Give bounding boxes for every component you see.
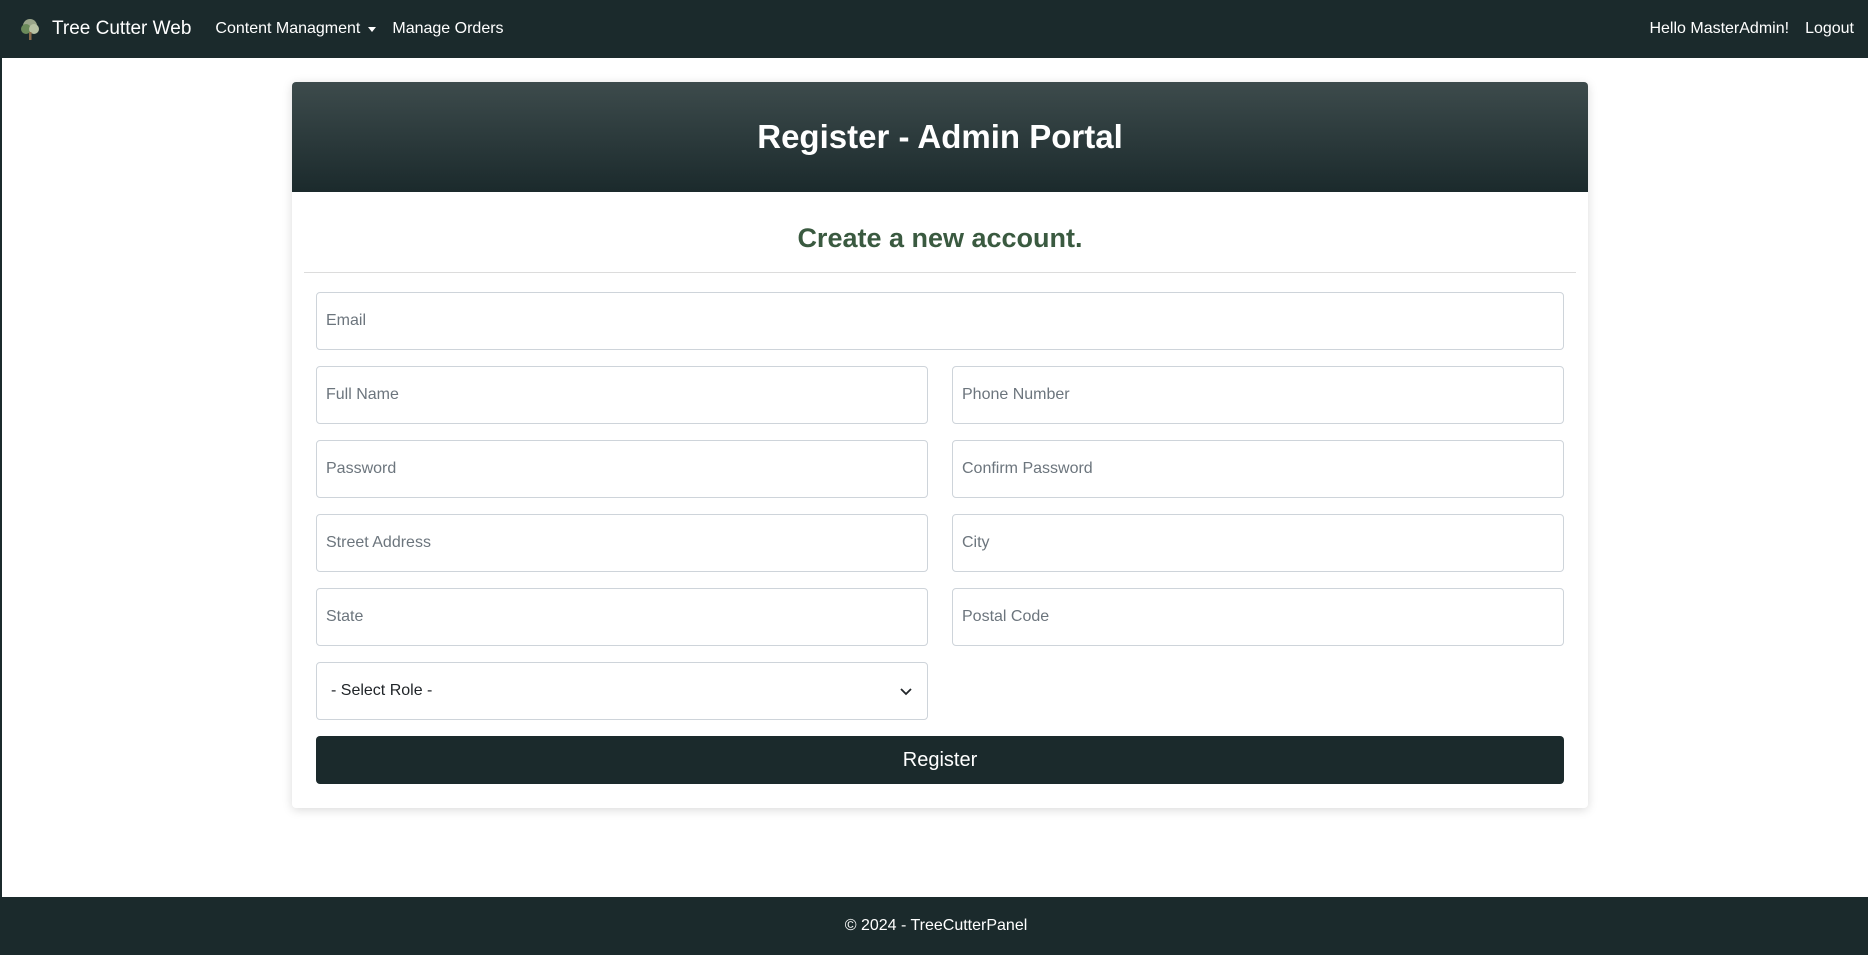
page-title: Register - Admin Portal [757, 118, 1123, 155]
brand[interactable]: Tree Cutter Web [18, 17, 191, 41]
form-row: Street Address City [316, 514, 1564, 572]
nav-content-management-label: Content Managment [215, 20, 361, 37]
chevron-down-icon [900, 688, 912, 696]
form-subtitle: Create a new account. [797, 223, 1083, 253]
user-greeting-link[interactable]: Hello MasterAdmin! [1649, 20, 1789, 38]
role-select-value: - Select Role - [331, 682, 433, 699]
street-address-field[interactable]: Street Address [316, 514, 928, 572]
caret-down-icon [368, 26, 377, 32]
top-navbar: Tree Cutter Web Content Managment Manage… [2, 0, 1868, 58]
register-card: Register - Admin Portal Create a new acc… [292, 82, 1588, 808]
register-button[interactable]: Register [316, 736, 1564, 784]
postal-code-field[interactable]: Postal Code [952, 588, 1564, 646]
register-form: Email Full Name Phone Number Password Co… [316, 292, 1564, 784]
brand-label: Tree Cutter Web [52, 18, 192, 39]
card-header: Register - Admin Portal [292, 82, 1588, 192]
nav-manage-orders[interactable]: Manage Orders [392, 20, 503, 38]
confirm-password-field[interactable]: Confirm Password [952, 440, 1564, 498]
city-field[interactable]: City [952, 514, 1564, 572]
footer: © 2024 - TreeCutterPanel [2, 897, 1868, 955]
tree-icon [21, 19, 39, 40]
form-row: Full Name Phone Number [316, 366, 1564, 424]
form-row: Email [316, 292, 1564, 350]
password-field[interactable]: Password [316, 440, 928, 498]
full-name-field[interactable]: Full Name [316, 366, 928, 424]
form-row: - Select Role - [316, 662, 1564, 720]
form-row: Password Confirm Password [316, 440, 1564, 498]
nav-manage-orders-label: Manage Orders [392, 20, 504, 37]
divider [304, 272, 1576, 273]
logout-link[interactable]: Logout [1805, 20, 1854, 38]
phone-number-field[interactable]: Phone Number [952, 366, 1564, 424]
footer-copyright: © 2024 - TreeCutterPanel [844, 917, 1028, 934]
role-select[interactable]: - Select Role - [316, 662, 928, 720]
form-row: State Postal Code [316, 588, 1564, 646]
nav-user-area: Hello MasterAdmin! Logout [1633, 20, 1854, 38]
nav-content-management-dropdown[interactable]: Content Managment [215, 20, 377, 38]
nav-links: Content Managment Manage Orders [215, 20, 519, 38]
state-field[interactable]: State [316, 588, 928, 646]
email-field[interactable]: Email [316, 292, 1564, 350]
